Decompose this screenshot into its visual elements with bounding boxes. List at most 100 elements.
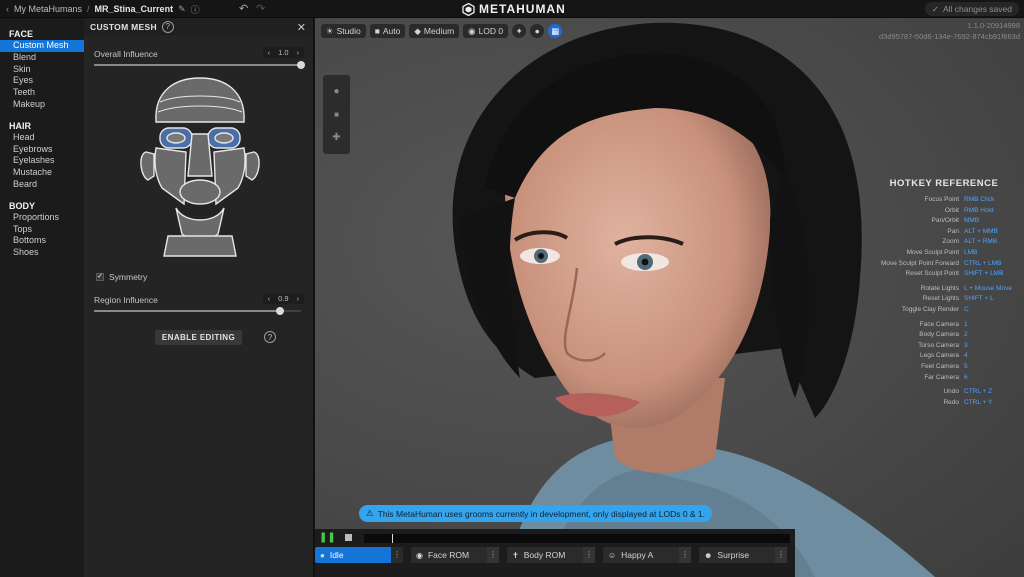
pause-icon[interactable]: ❚❚ [319, 532, 336, 543]
more-options-icon[interactable]: ⋮ [487, 547, 499, 563]
neck-region [163, 235, 237, 257]
hotkey-row: Focus Point RMB Click [867, 195, 1021, 206]
nav-item-tops[interactable]: Tops [0, 224, 84, 236]
nav-item-shoes[interactable]: Shoes [0, 247, 84, 259]
nav-item-bottoms[interactable]: Bottoms [0, 235, 84, 247]
hotkey-row: Rotate Lights L + Mouse Move [867, 284, 1021, 295]
nav-item-proportions[interactable]: Proportions [0, 212, 84, 224]
region-influence-slider[interactable]: Region Influence ‹ 0.9 › [94, 293, 304, 315]
animation-body-rom[interactable]: ✝ Body ROM ⋮ [507, 547, 595, 563]
playhead[interactable] [392, 534, 393, 543]
close-icon[interactable]: ✕ [297, 21, 306, 34]
check-circle-icon: ✓ [931, 3, 939, 14]
face-region-map[interactable] [138, 76, 262, 258]
chevron-left-icon[interactable]: ‹ [268, 294, 271, 303]
compare-icon[interactable]: ▦ [548, 24, 563, 38]
region-influence-value[interactable]: 0.9 [278, 294, 288, 303]
hotkey-action: Far Camera [924, 373, 959, 381]
animation-surprise[interactable]: ☻ Surprise ⋮ [699, 547, 787, 563]
hotkey-row: Undo CTRL + Z [867, 387, 1021, 398]
animation-happy-a[interactable]: ☺ Happy A ⋮ [603, 547, 691, 563]
slider-handle[interactable] [297, 61, 305, 69]
body-icon: ✝ [512, 550, 519, 560]
animation-label: Face ROM [427, 550, 470, 560]
slider-handle[interactable] [276, 307, 285, 315]
head-view-icon[interactable]: ● [333, 86, 339, 97]
top-bar: ‹ My MetaHumans / MR_Stina_Current ✎ ⓘ ↶… [0, 0, 1024, 18]
symmetry-toggle[interactable]: ✓ Symmetry [96, 272, 147, 282]
chevron-right-icon[interactable]: › [297, 294, 300, 303]
animation-timeline: ❚❚ ● Idle ⋮ ◉ Face ROM ⋮ ✝ Body ROM ⋮ ☺ … [315, 529, 795, 577]
hotkey-action: Face Camera [919, 320, 959, 328]
help-icon[interactable]: ? [161, 20, 174, 33]
rename-icon[interactable]: ✎ [178, 4, 186, 15]
nav-item-eyes[interactable]: Eyes [0, 75, 84, 87]
animation-idle[interactable]: ● Idle ⋮ [315, 547, 403, 563]
wand-icon[interactable]: ✦ [512, 24, 527, 38]
hotkey-key: ALT + RMB [964, 238, 998, 246]
breadcrumb-root[interactable]: My MetaHumans [14, 4, 82, 14]
region-influence-label: Region Influence [94, 295, 158, 305]
hotkey-action: Zoom [942, 238, 959, 246]
surprise-icon: ☻ [704, 550, 713, 560]
metahuman-name[interactable]: MR_Stina_Current [95, 4, 174, 14]
hotkey-row: Redo CTRL + Y [867, 398, 1021, 409]
camera-dropdown[interactable]: ■ Auto [369, 24, 406, 38]
symmetry-checkbox[interactable]: ✓ [96, 273, 104, 281]
lod-dropdown[interactable]: ◉ LOD 0 [463, 24, 509, 38]
slider-track[interactable] [94, 307, 301, 315]
overall-influence-stepper[interactable]: ‹ 1.0 › [262, 47, 304, 58]
hotkey-action: Rotate Lights [920, 284, 959, 292]
slider-fill [94, 310, 281, 312]
nav-item-mustache[interactable]: Mustache [0, 167, 84, 179]
chin-region [175, 207, 225, 241]
forehead-region [155, 77, 245, 123]
face-icon: ◉ [416, 550, 423, 560]
viewport[interactable]: ☀ Studio ■ Auto ◆ Medium ◉ LOD 0 ✦ ● ▦ 1.1.0… [315, 18, 1024, 577]
help-icon[interactable]: ⓘ [191, 3, 200, 16]
camera-icon: ■ [374, 26, 380, 36]
more-options-icon[interactable]: ⋮ [679, 547, 691, 563]
help-icon[interactable]: ? [264, 331, 276, 343]
slider-fill [94, 64, 301, 66]
hotkey-action: Legs Camera [919, 352, 959, 360]
nav-item-eyelashes[interactable]: Eyelashes [0, 155, 84, 167]
move-icon[interactable]: ✚ [332, 132, 340, 143]
nav-item-makeup[interactable]: Makeup [0, 99, 84, 111]
redo-icon[interactable]: ↷ [256, 2, 265, 15]
sphere-icon[interactable]: ● [530, 24, 545, 38]
hotkey-action: Reset Lights [922, 295, 959, 303]
undo-icon[interactable]: ↶ [239, 2, 248, 15]
panel-header: CUSTOM MESH ? [84, 18, 313, 35]
chevron-right-icon[interactable]: › [297, 48, 300, 57]
more-options-icon[interactable]: ⋮ [583, 547, 595, 563]
hotkey-key: 6 [964, 373, 968, 381]
overall-influence-value[interactable]: 1.0 [278, 48, 288, 57]
more-options-icon[interactable]: ⋮ [775, 547, 787, 563]
chevron-left-icon[interactable]: ‹ [6, 4, 9, 14]
hotkey-title: HOTKEY REFERENCE [889, 178, 999, 189]
nav-item-teeth[interactable]: Teeth [0, 87, 84, 99]
quality-dropdown[interactable]: ◆ Medium [409, 24, 460, 38]
nav-item-blend[interactable]: Blend [0, 52, 84, 64]
enable-editing-button[interactable]: ENABLE EDITING [155, 330, 242, 345]
animation-face-rom[interactable]: ◉ Face ROM ⋮ [411, 547, 499, 563]
nav-item-head[interactable]: Head [0, 132, 84, 144]
nav-item-custom-mesh[interactable]: Custom Mesh [0, 40, 84, 52]
overall-influence-slider[interactable]: Overall Influence ‹ 1.0 › [94, 47, 305, 69]
chevron-left-icon[interactable]: ‹ [268, 48, 271, 57]
region-influence-stepper[interactable]: ‹ 0.9 › [262, 293, 304, 304]
hotkey-row: Face Camera 1 [867, 320, 1021, 331]
nav-item-skin[interactable]: Skin [0, 64, 84, 76]
stop-icon[interactable] [344, 534, 352, 541]
more-options-icon[interactable]: ⋮ [391, 547, 403, 563]
lighting-dropdown[interactable]: ☀ Studio [321, 24, 366, 38]
nav-section-face: FACE [9, 29, 34, 39]
slider-track[interactable] [94, 61, 305, 69]
hotkey-action: Reset Sculpt Point [905, 270, 959, 278]
body-view-icon[interactable]: ■ [334, 110, 339, 119]
build-info: 1.1.0-20914998 d3d95787-50d6-134e-7692-8… [879, 20, 1020, 42]
nav-item-eyebrows[interactable]: Eyebrows [0, 144, 84, 156]
timeline-scrubber[interactable] [364, 534, 790, 543]
nav-item-beard[interactable]: Beard [0, 179, 84, 191]
